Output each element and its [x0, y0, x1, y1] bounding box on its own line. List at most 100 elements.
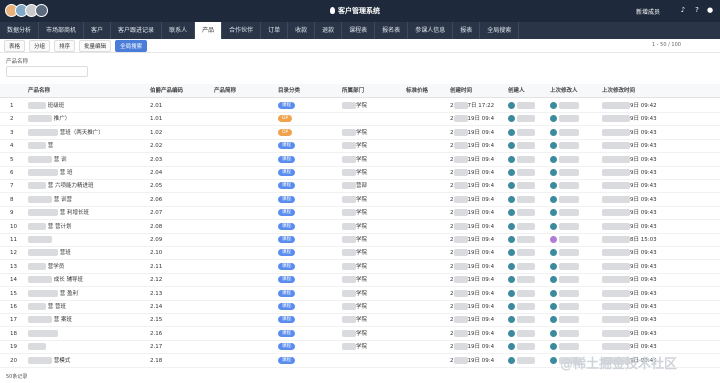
column-header[interactable]: 所属部门 [342, 84, 404, 97]
short-name-cell[interactable] [214, 127, 274, 140]
price-cell[interactable] [406, 341, 448, 354]
product-name-cell[interactable]: 营 训营 [28, 194, 146, 207]
category-cell[interactable]: 课程 [278, 180, 340, 193]
product-code-cell[interactable]: 2.10 [150, 247, 210, 260]
department-cell[interactable]: 学院 [342, 234, 404, 247]
tab-12[interactable]: 参课人信息 [408, 22, 454, 39]
product-name-cell[interactable] [28, 234, 146, 247]
category-cell[interactable]: 课程 [278, 288, 340, 301]
department-cell[interactable]: 营部 [342, 180, 404, 193]
search-input[interactable] [6, 66, 88, 77]
column-header[interactable]: 上次修改人 [550, 84, 600, 97]
modifier-cell[interactable] [550, 328, 600, 341]
modifier-cell[interactable] [550, 113, 600, 126]
modified-time-cell[interactable]: 9日 09:43 [602, 194, 712, 207]
collaborator-avatars[interactable] [5, 4, 48, 17]
product-code-cell[interactable]: 2.17 [150, 341, 210, 354]
short-name-cell[interactable] [214, 154, 274, 167]
short-name-cell[interactable] [214, 180, 274, 193]
table-row[interactable]: 6 营 班 2.04 课程 学院 2 19日 09:4 9日 09:43 [0, 167, 720, 180]
department-cell[interactable]: 学院 [342, 288, 404, 301]
table-row[interactable]: 13 营学员 2.11 课程 学院 2 19日 09:4 9日 09:43 [0, 261, 720, 274]
creator-cell[interactable] [508, 234, 548, 247]
department-cell[interactable]: 学院 [342, 127, 404, 140]
product-name-cell[interactable]: 班级班 [28, 100, 146, 113]
category-cell[interactable]: 课程 [278, 221, 340, 234]
product-name-cell[interactable]: 营 [28, 140, 146, 153]
creator-cell[interactable] [508, 314, 548, 327]
modifier-cell[interactable] [550, 221, 600, 234]
column-header[interactable]: 创建人 [508, 84, 548, 97]
modified-time-cell[interactable]: 9日 09:43 [602, 314, 712, 327]
created-time-cell[interactable]: 2 19日 09:4 [450, 328, 506, 341]
short-name-cell[interactable] [214, 234, 274, 247]
help-icon[interactable]: ? [692, 5, 702, 15]
product-code-cell[interactable]: 2.02 [150, 140, 210, 153]
table-row[interactable]: 14 成长 辅导班 2.12 课程 学院 2 19日 09:4 9日 09:43 [0, 274, 720, 288]
creator-cell[interactable] [508, 127, 548, 140]
modifier-cell[interactable] [550, 247, 600, 260]
table-row[interactable]: 2 推广） 1.01 OP 2 19日 09:4 9日 09:43 [0, 113, 720, 127]
product-name-cell[interactable] [28, 341, 146, 354]
category-cell[interactable]: OP [278, 127, 340, 140]
modified-time-cell[interactable]: 9日 09:42 [602, 100, 712, 113]
category-cell[interactable]: 课程 [278, 247, 340, 260]
department-cell[interactable]: 学院 [342, 140, 404, 153]
category-cell[interactable]: 课程 [278, 341, 340, 354]
modified-time-cell[interactable]: 9日 09:43 [602, 140, 712, 153]
modifier-cell[interactable] [550, 140, 600, 153]
table-row[interactable]: 12 营班 2.10 课程 学院 2 19日 09:4 9日 09:43 [0, 247, 720, 261]
price-cell[interactable] [406, 301, 448, 314]
product-name-cell[interactable]: 营 班 [28, 167, 146, 180]
column-header[interactable]: 上次修改时间 [602, 84, 712, 97]
department-cell[interactable]: 学院 [342, 341, 404, 354]
created-time-cell[interactable]: 2 19日 09:4 [450, 274, 506, 287]
modified-time-cell[interactable]: 9日 09:43 [602, 180, 712, 193]
price-cell[interactable] [406, 261, 448, 274]
department-cell[interactable]: 学院 [342, 167, 404, 180]
category-cell[interactable]: 课程 [278, 194, 340, 207]
price-cell[interactable] [406, 274, 448, 287]
modified-time-cell[interactable]: 9日 09:43 [602, 113, 712, 126]
short-name-cell[interactable] [214, 341, 274, 354]
product-name-cell[interactable]: 营模式 [28, 355, 146, 368]
modifier-cell[interactable] [550, 154, 600, 167]
price-cell[interactable] [406, 328, 448, 341]
product-name-cell[interactable]: 营 盈利 [28, 288, 146, 301]
created-time-cell[interactable]: 2 19日 09:4 [450, 194, 506, 207]
price-cell[interactable] [406, 247, 448, 260]
product-code-cell[interactable]: 2.03 [150, 154, 210, 167]
modifier-cell[interactable] [550, 314, 600, 327]
product-code-cell[interactable]: 2.12 [150, 274, 210, 287]
creator-cell[interactable] [508, 154, 548, 167]
created-time-cell[interactable]: 2 19日 09:4 [450, 234, 506, 247]
product-code-cell[interactable]: 2.06 [150, 194, 210, 207]
product-name-cell[interactable]: 成长 辅导班 [28, 274, 146, 287]
creator-cell[interactable] [508, 261, 548, 274]
bulk-edit-button[interactable]: 批量编辑 [79, 39, 112, 52]
tab-3[interactable]: 客户跟进记录 [111, 22, 163, 39]
price-cell[interactable] [406, 234, 448, 247]
department-cell[interactable] [342, 113, 404, 126]
table-row[interactable]: 10 营 营计划 2.08 课程 学院 2 19日 09:4 9日 09:43 [0, 221, 720, 234]
product-code-cell[interactable]: 2.13 [150, 288, 210, 301]
price-cell[interactable] [406, 154, 448, 167]
column-header[interactable]: 创建时间 [450, 84, 506, 97]
global-search-button[interactable]: 全局搜索 [115, 39, 148, 52]
department-cell[interactable]: 学院 [342, 314, 404, 327]
short-name-cell[interactable] [214, 221, 274, 234]
tab-2[interactable]: 客户 [84, 22, 112, 39]
column-header[interactable]: 产品简称 [214, 84, 274, 97]
creator-cell[interactable] [508, 355, 548, 368]
product-code-cell[interactable]: 1.01 [150, 113, 210, 126]
product-code-cell[interactable]: 2.04 [150, 167, 210, 180]
department-cell[interactable]: 学院 [342, 207, 404, 220]
tab-8[interactable]: 收款 [288, 22, 316, 39]
price-cell[interactable] [406, 221, 448, 234]
category-cell[interactable]: 课程 [278, 314, 340, 327]
short-name-cell[interactable] [214, 113, 274, 126]
price-cell[interactable] [406, 194, 448, 207]
product-code-cell[interactable]: 2.07 [150, 207, 210, 220]
bell-icon[interactable]: ♪ [678, 5, 688, 15]
product-name-cell[interactable]: 营 利增长班 [28, 207, 146, 220]
